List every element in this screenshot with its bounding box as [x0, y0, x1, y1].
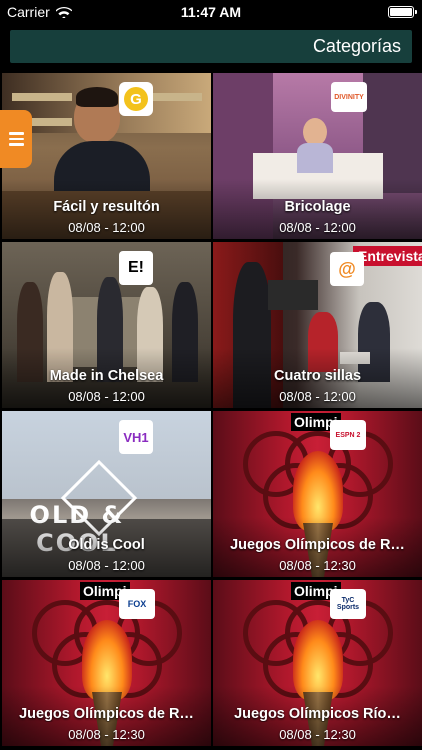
hamburger-icon-bar [9, 137, 24, 141]
channel-logo: G [119, 82, 153, 116]
page-title: Categorías [312, 36, 401, 56]
hamburger-icon-bar [9, 143, 24, 146]
status-time: 11:47 AM [180, 4, 242, 20]
program-tile[interactable]: Olimpi TyC Sports Juegos Olímpicos Río… … [213, 580, 422, 746]
program-tile[interactable]: E! Made in Chelsea 08/08 - 12:00 [2, 242, 211, 408]
hamburger-icon-bar [9, 132, 24, 135]
program-title: Cuatro sillas [273, 368, 362, 384]
program-time: 08/08 - 12:00 [68, 389, 145, 404]
program-title: Juegos Olímpicos de R… [19, 706, 194, 722]
channel-logo-text: G [124, 87, 148, 111]
program-tile[interactable]: OLD & COOL VH1 Old is Cool 08/08 - 12:00 [2, 411, 211, 577]
program-time: 08/08 - 12:30 [68, 727, 145, 742]
program-time: 08/08 - 12:30 [279, 558, 356, 573]
program-title: Juegos Olímpicos de R… [230, 537, 405, 553]
channel-logo: VH1 [119, 420, 153, 454]
program-grid: G Fácil y resultón 08/08 - 12:00 DIVINIT… [0, 72, 422, 750]
program-time: 08/08 - 12:30 [279, 727, 356, 742]
program-time: 08/08 - 12:00 [279, 389, 356, 404]
menu-button[interactable] [0, 110, 32, 168]
program-tile[interactable]: Entrevista @ Cuatro sillas 08/08 - 12:00 [213, 242, 422, 408]
program-title: Made in Chelsea [49, 368, 164, 384]
program-tile[interactable]: Olimpi ESPN 2 Juegos Olímpicos de R… 08/… [213, 411, 422, 577]
header-bar: Categorías [10, 30, 412, 63]
program-title: Fácil y resultón [53, 199, 160, 215]
channel-logo: ESPN 2 [330, 420, 366, 450]
channel-logo: @ [330, 252, 364, 286]
channel-logo: DIVINITY [331, 82, 367, 112]
program-time: 08/08 - 12:00 [68, 558, 145, 573]
program-title: Juegos Olímpicos Río… [234, 706, 401, 722]
program-tile[interactable]: G Fácil y resultón 08/08 - 12:00 [2, 73, 211, 239]
channel-logo: FOX [119, 589, 155, 619]
battery-icon [388, 6, 417, 18]
channel-logo: E! [119, 251, 153, 285]
program-tile[interactable]: Olimpi FOX Juegos Olímpicos de R… 08/08 … [2, 580, 211, 746]
program-time: 08/08 - 12:00 [279, 220, 356, 235]
program-title: Old is Cool [68, 537, 145, 553]
channel-logo: TyC Sports [330, 589, 366, 619]
program-title: Bricolage [284, 199, 351, 215]
status-bar: Carrier 11:47 AM [0, 0, 422, 24]
program-tile[interactable]: DIVINITY Bricolage 08/08 - 12:00 [213, 73, 422, 239]
program-time: 08/08 - 12:00 [68, 220, 145, 235]
